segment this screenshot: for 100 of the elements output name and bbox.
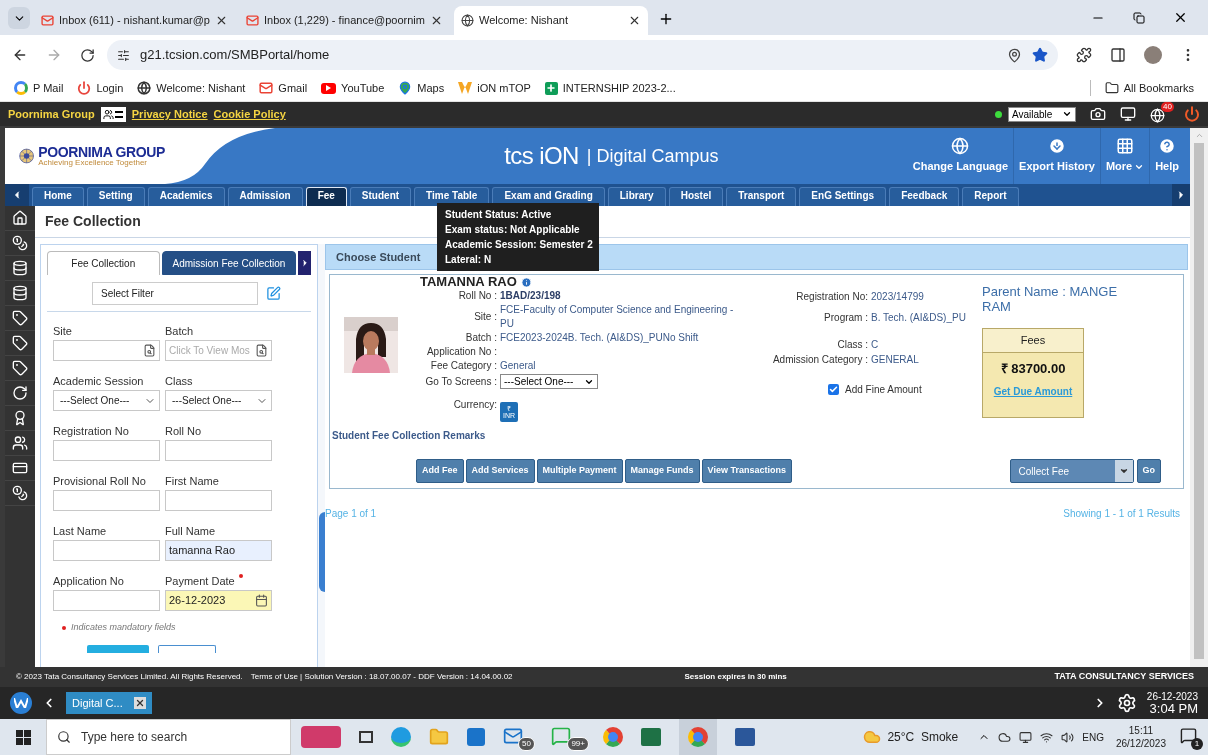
action-dropdown[interactable]: Collect Fee (1009, 459, 1134, 483)
action-button[interactable]: Add Fee (416, 459, 464, 483)
bookmark[interactable]: P Mail (14, 79, 64, 97)
date-field[interactable]: 26-12-2023 (165, 590, 272, 611)
camera-icon[interactable] (1090, 106, 1106, 122)
status-dropdown[interactable]: Available (1008, 106, 1076, 122)
tab-scroll-button[interactable] (298, 251, 311, 275)
browser-tab[interactable]: Inbox (611) - nishant.kumar@p (34, 6, 235, 35)
action-button[interactable]: Add Services (465, 459, 535, 483)
database-icon[interactable] (12, 260, 28, 276)
footer-link[interactable]: Privacy Notice (131, 105, 208, 123)
bookmark[interactable]: INTERNSHIP 2023-2... (544, 79, 676, 97)
chat-icon[interactable] (551, 726, 571, 746)
splitter[interactable] (318, 244, 325, 667)
contact-card-icon[interactable] (100, 106, 126, 122)
dropdown[interactable]: ---Select One--- (53, 390, 160, 411)
screen-icon[interactable] (1019, 730, 1033, 744)
panel-tab[interactable]: Admission Fee Collection (161, 251, 297, 275)
input-field[interactable] (165, 440, 272, 461)
lookup-icon[interactable] (255, 344, 268, 357)
all-bookmarks[interactable]: All Bookmarks (1104, 79, 1194, 97)
dropdown[interactable]: ---Select One--- (165, 390, 272, 411)
refresh-icon[interactable] (12, 385, 28, 401)
browser-tab[interactable]: Inbox (1,229) - finance@poornim (239, 6, 450, 35)
back-icon[interactable] (12, 47, 28, 63)
mail-icon[interactable] (503, 726, 523, 746)
power-icon[interactable] (1184, 106, 1200, 122)
nav-tab[interactable]: Report (962, 187, 1019, 206)
extensions-icon[interactable] (1076, 47, 1092, 63)
reload-icon[interactable] (80, 47, 95, 63)
side-panel-icon[interactable] (1110, 47, 1126, 63)
action-button[interactable]: Multiple Payment (536, 459, 623, 483)
taskbar-search[interactable]: Type here to search (46, 719, 291, 755)
close-icon[interactable] (1173, 10, 1188, 25)
scroll-right-button[interactable] (1172, 184, 1190, 206)
tag-icon[interactable] (12, 310, 28, 326)
screen-icon[interactable] (1120, 106, 1136, 122)
award-icon[interactable] (12, 410, 28, 426)
database-icon[interactable] (12, 285, 28, 301)
nav-tab[interactable]: Home (32, 187, 84, 206)
scroll-left-button[interactable] (5, 184, 29, 206)
input-field[interactable] (53, 540, 160, 561)
input-field[interactable]: tamanna Rao (165, 540, 272, 561)
nav-tab[interactable]: Library (607, 187, 666, 206)
nav-tab[interactable]: Feedback (889, 187, 960, 206)
tag-icon[interactable] (12, 360, 28, 376)
edit-icon[interactable] (266, 286, 281, 301)
input-field[interactable] (165, 490, 272, 511)
app-tab[interactable]: Digital C... (66, 692, 152, 714)
bookmark[interactable]: Login (77, 79, 124, 97)
notifications-icon[interactable] (1180, 727, 1197, 744)
bookmark-star-icon[interactable] (1032, 47, 1048, 63)
home-icon[interactable] (12, 210, 28, 226)
chrome-icon[interactable] (679, 719, 717, 755)
app-logo-icon[interactable] (10, 692, 32, 714)
nav-tab[interactable]: Admission (227, 187, 303, 206)
bookmark[interactable]: YouTube (321, 79, 385, 97)
tag-icon[interactable] (12, 335, 28, 351)
address-bar[interactable]: g21.tcsion.com/SMBPortal/home (107, 40, 1058, 70)
input-field[interactable] (53, 490, 160, 511)
nav-tab[interactable]: Student (349, 187, 412, 206)
button[interactable] (87, 644, 149, 653)
clock[interactable]: 15:11 26/12/2023 (1115, 724, 1166, 750)
go-button[interactable]: Go (1136, 459, 1161, 483)
nav-tab[interactable]: Academics (147, 187, 225, 206)
coins-icon[interactable] (12, 485, 28, 501)
close-icon[interactable] (134, 697, 146, 709)
volume-icon[interactable] (1061, 730, 1075, 744)
header-action[interactable]: Change Language (907, 128, 1014, 184)
task-view-icon[interactable] (359, 731, 373, 743)
info-icon[interactable] (520, 276, 532, 288)
bookmark[interactable]: Gmail (259, 79, 308, 97)
filter-field[interactable]: Select Filter (92, 282, 258, 305)
nav-tab[interactable]: Transport (726, 187, 797, 206)
location-icon[interactable] (1007, 47, 1022, 63)
bookmark[interactable]: Welcome: Nishant (137, 79, 246, 97)
nav-tab[interactable]: Fee (305, 187, 347, 206)
checkbox[interactable] (828, 384, 839, 395)
browser-tab[interactable]: Welcome: Nishant (453, 6, 648, 35)
nav-tab[interactable]: Hostel (668, 187, 724, 206)
language-indicator[interactable]: ENG (1082, 729, 1104, 745)
input-field[interactable] (53, 590, 160, 611)
panel-tab[interactable]: Fee Collection (47, 251, 160, 275)
lookup-icon[interactable] (143, 344, 156, 357)
card-icon[interactable] (12, 460, 28, 476)
tab-search-button[interactable] (8, 7, 30, 29)
nav-tab[interactable]: EnG Settings (799, 187, 887, 206)
network-icon[interactable] (1040, 730, 1054, 744)
scrollbar[interactable] (1190, 128, 1208, 667)
lookup-field[interactable] (53, 340, 160, 361)
globe-icon[interactable] (1150, 108, 1165, 123)
coins-icon[interactable] (12, 235, 28, 251)
users-icon[interactable] (12, 435, 28, 451)
footer-link[interactable]: Cookie Policy (213, 105, 286, 123)
dropdown[interactable]: ---Select One--- (500, 374, 598, 389)
nav-tab[interactable]: Setting (86, 187, 145, 206)
profile-avatar[interactable] (1144, 46, 1162, 64)
bookmark[interactable]: iON mTOP (458, 79, 531, 97)
button[interactable] (158, 644, 216, 653)
action-button[interactable]: View Transactions (701, 459, 792, 483)
